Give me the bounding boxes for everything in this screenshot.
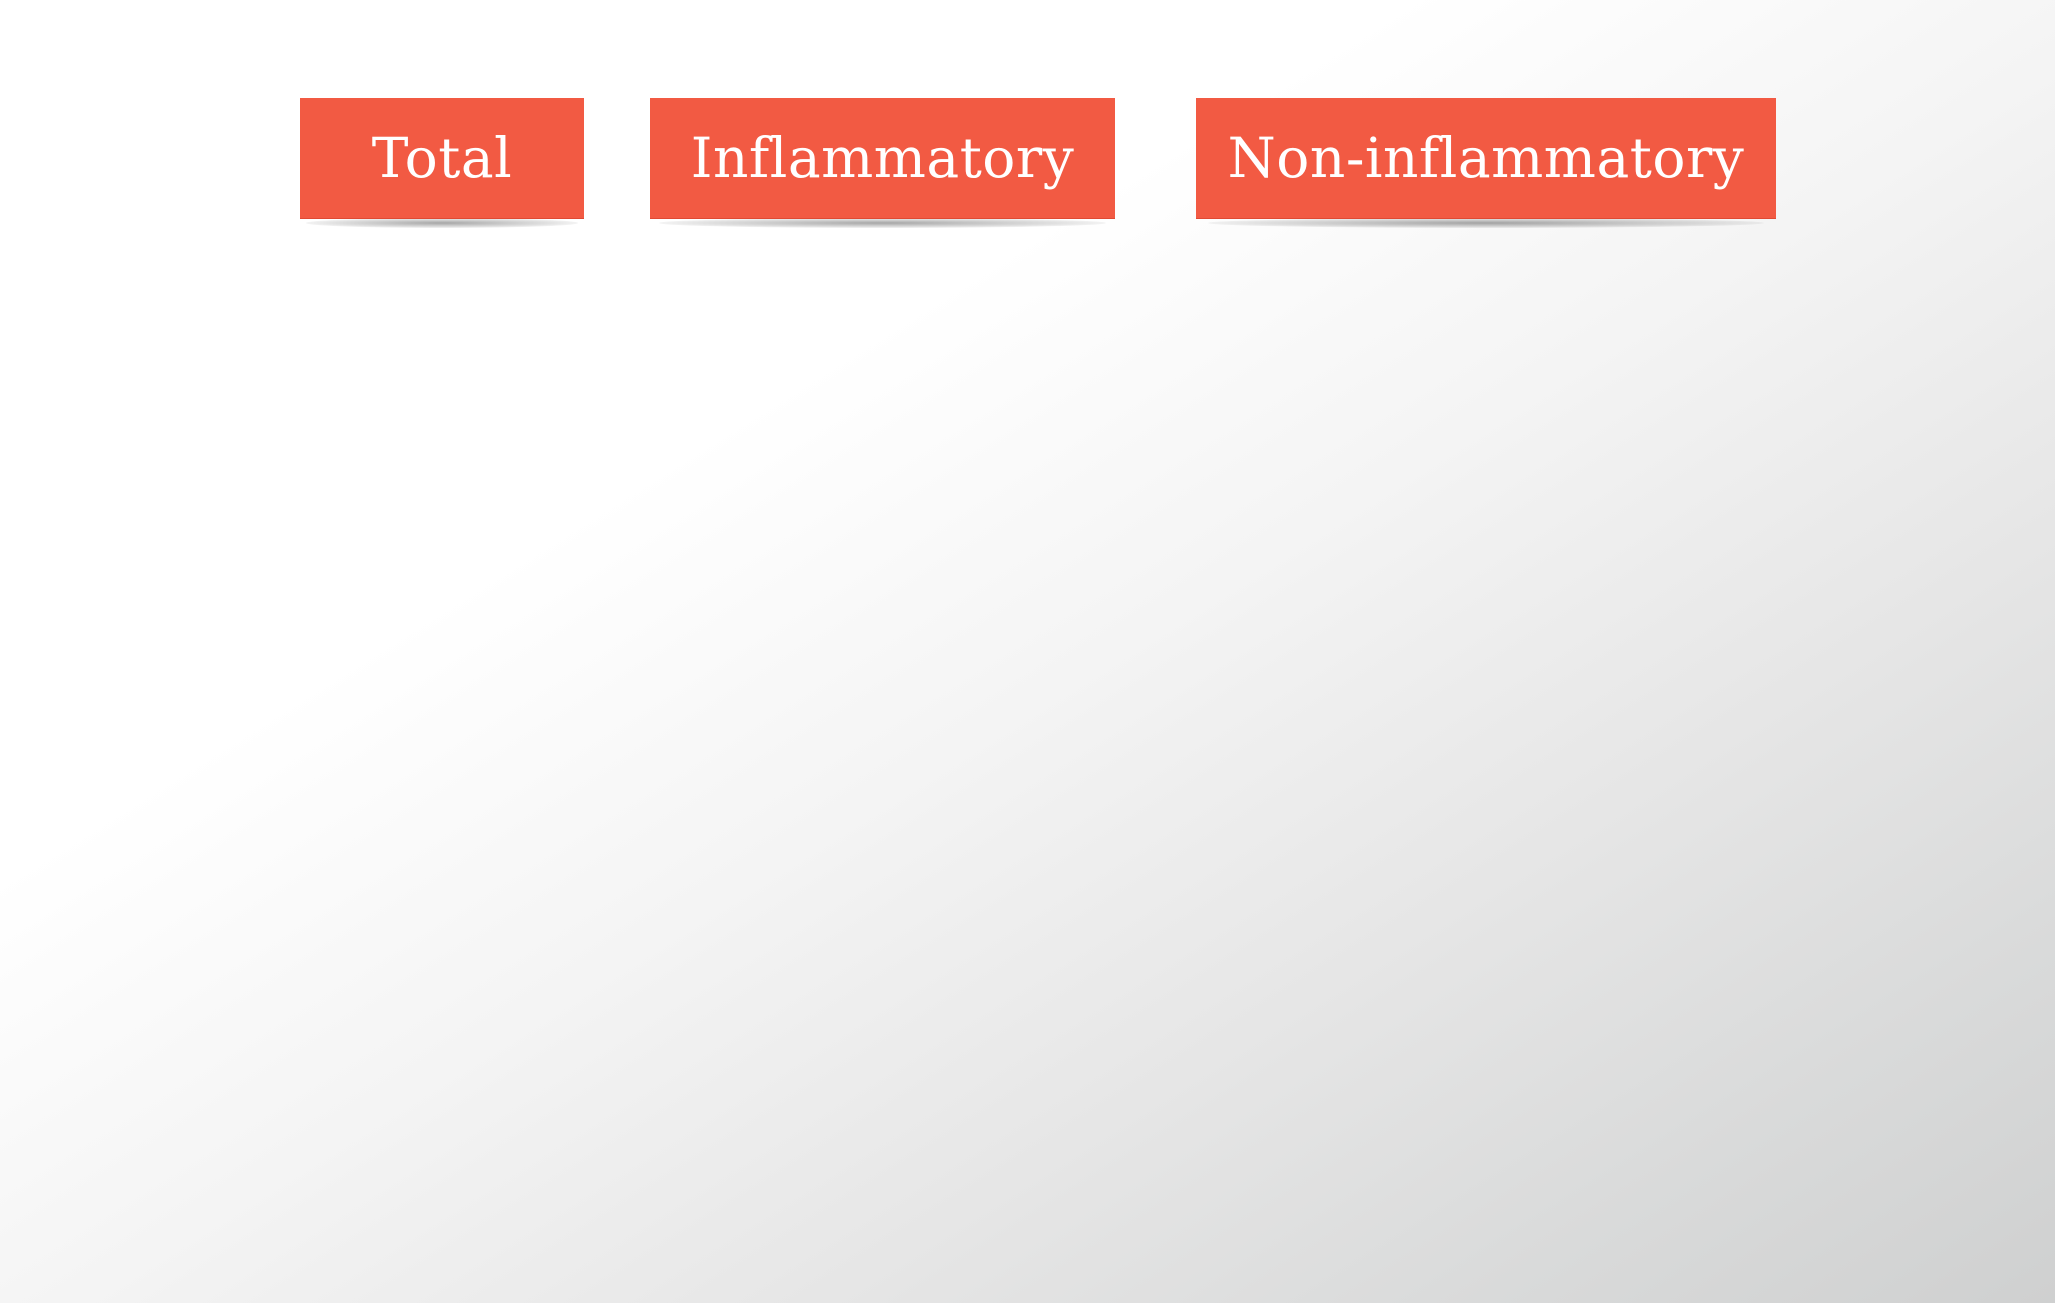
total-label: Total [371, 126, 513, 190]
inflammatory-label-box: Inflammatory [650, 98, 1115, 228]
slide-canvas: Total Inflammatory Non-inflammatory [0, 0, 2055, 1303]
inflammatory-label: Inflammatory [690, 126, 1075, 190]
non-inflammatory-label-box: Non-inflammatory [1196, 98, 1776, 228]
non-inflammatory-label: Non-inflammatory [1227, 126, 1745, 190]
total-label-box: Total [300, 98, 584, 228]
